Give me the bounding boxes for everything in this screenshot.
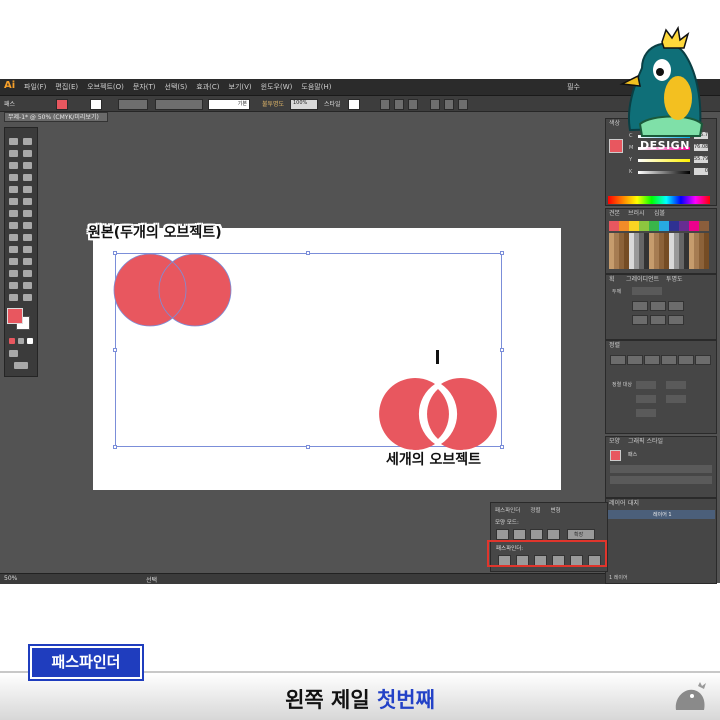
minus-front-button[interactable] <box>513 529 526 540</box>
status-text: 선택 <box>146 577 158 584</box>
cap-square-button[interactable] <box>668 301 684 311</box>
penguin-mascot-icon <box>619 25 704 137</box>
result-label: 세개의 오브젝트 <box>386 452 482 468</box>
align-right-panel-button[interactable] <box>644 355 660 365</box>
stroke-weight-input[interactable] <box>632 287 662 295</box>
symbols-tab[interactable]: 심볼 <box>654 209 665 218</box>
design-brand-text: DESIGN <box>640 139 690 152</box>
stroke-weight-label: 두께 <box>612 289 622 295</box>
layer-row[interactable]: 레이어 1 <box>607 510 715 519</box>
brushes-tab[interactable]: 브러시 <box>628 209 645 218</box>
separator-marker <box>436 350 439 364</box>
appearance-fill-row[interactable] <box>610 476 712 484</box>
color-spectrum-bar[interactable] <box>608 196 710 204</box>
topic-tag: 패스파인더 <box>30 646 142 679</box>
exclude-button[interactable] <box>547 529 560 540</box>
distribute-spacing-input[interactable] <box>666 381 686 389</box>
layers-tab[interactable]: 레이어 <box>609 499 626 508</box>
expand-button[interactable]: 확장 <box>567 529 595 540</box>
transparency-tab[interactable]: 투명도 <box>666 275 683 284</box>
pathfinder-tab[interactable]: 패스파인더 <box>495 506 520 514</box>
stroke-panel: 획 그레이디언트 투명도 두께 <box>605 274 717 340</box>
join-round-button[interactable] <box>650 315 666 325</box>
align-to-select[interactable] <box>636 381 656 389</box>
align-bottom-panel-button[interactable] <box>695 355 711 365</box>
layers-panel: 레이어 대지 레이어 1 1 레이어 <box>605 498 717 584</box>
shape-modes-label: 모양 모드: <box>495 520 519 526</box>
swatches-tab[interactable]: 견본 <box>609 209 620 218</box>
result-left-piece[interactable] <box>379 378 435 450</box>
appearance-path-label: 패스 <box>628 452 638 458</box>
graphic-styles-tab[interactable]: 그래픽 스타일 <box>628 437 663 446</box>
join-miter-button[interactable] <box>632 315 648 325</box>
align-left-panel-button[interactable] <box>610 355 626 365</box>
color-k-value[interactable]: 0 <box>694 168 708 175</box>
appearance-panel: 모양 그래픽 스타일 패스 <box>605 436 717 498</box>
distribute-input-b[interactable] <box>666 395 686 403</box>
swatch-row-bright[interactable] <box>609 221 709 231</box>
caption-plain: 왼쪽 제일 <box>285 688 377 712</box>
caption-text: 왼쪽 제일 첫번째 <box>0 684 720 714</box>
artboards-tab[interactable]: 대지 <box>628 499 639 508</box>
align-vcenter-panel-button[interactable] <box>678 355 694 365</box>
result-right-piece[interactable] <box>441 378 497 450</box>
pathfinders-highlight-box <box>487 540 607 567</box>
appearance-stroke-row[interactable] <box>610 465 712 473</box>
align-hcenter-panel-button[interactable] <box>627 355 643 365</box>
align-top-panel-button[interactable] <box>661 355 677 365</box>
join-bevel-button[interactable] <box>668 315 684 325</box>
distribute-input-a[interactable] <box>636 395 656 403</box>
unite-button[interactable] <box>496 529 509 540</box>
color-k-label: K <box>629 169 633 175</box>
original-label: 원본(두개의 오브젝트) <box>88 225 222 241</box>
swatch-grid[interactable] <box>609 233 709 269</box>
align-to-label: 정렬 대상 <box>612 382 632 388</box>
color-y-label: Y <box>629 157 633 163</box>
align-tab[interactable]: 정렬 <box>609 341 620 350</box>
cap-round-button[interactable] <box>650 301 666 311</box>
caption-highlight: 첫번째 <box>376 688 435 712</box>
result-middle-piece[interactable] <box>427 389 449 439</box>
transform-tab[interactable]: 변형 <box>550 506 560 514</box>
distribute-input-c[interactable] <box>636 409 656 417</box>
cap-butt-button[interactable] <box>632 301 648 311</box>
align-tab-secondary[interactable]: 정렬 <box>530 506 540 514</box>
color-k-slider[interactable] <box>638 171 690 174</box>
appearance-swatch <box>610 450 621 461</box>
color-y-value[interactable]: 55.79 <box>694 156 708 163</box>
layer-count: 1 레이어 <box>609 575 628 581</box>
color-y-slider[interactable] <box>638 159 690 162</box>
stroke-tab[interactable]: 획 <box>609 275 615 284</box>
gradient-tab[interactable]: 그레이디언트 <box>626 275 659 284</box>
intersect-button[interactable] <box>530 529 543 540</box>
corner-bird-icon <box>675 682 706 710</box>
status-bar: 50% 선택 <box>0 573 606 584</box>
appearance-tab[interactable]: 모양 <box>609 437 620 446</box>
zoom-level[interactable]: 50% <box>4 575 17 582</box>
align-panel: 정렬 정렬 대상 <box>605 340 717 434</box>
layer-name: 레이어 1 <box>653 512 672 518</box>
